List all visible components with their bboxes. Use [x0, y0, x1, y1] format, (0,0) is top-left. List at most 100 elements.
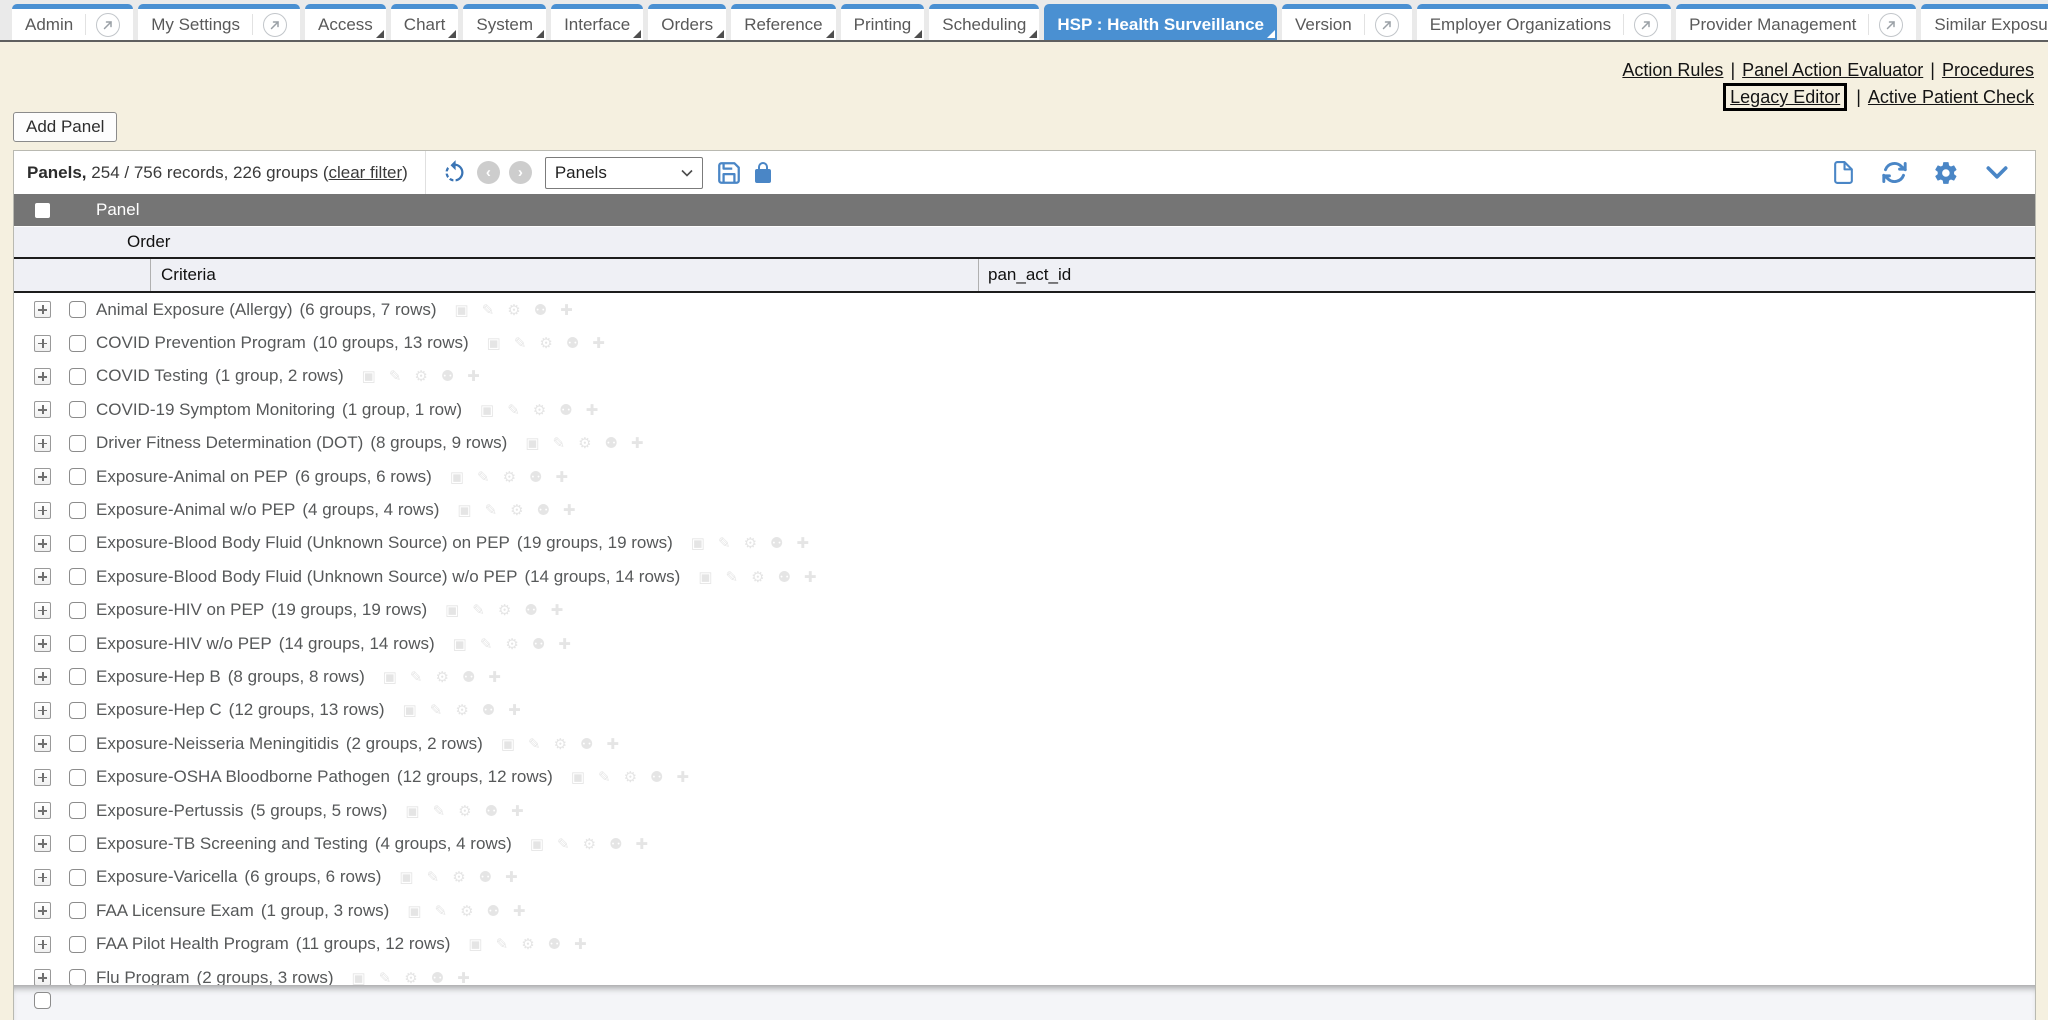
panel-name[interactable]: FAA Pilot Health Program: [96, 934, 289, 954]
expand-plus-icon[interactable]: [34, 635, 51, 652]
panel-name[interactable]: COVID Testing: [96, 366, 208, 386]
row-checkbox[interactable]: [69, 301, 86, 318]
panel-name[interactable]: Exposure-Hep C: [96, 700, 222, 720]
panel-name[interactable]: Exposure-Blood Body Fluid (Unknown Sourc…: [96, 533, 510, 553]
panel-name[interactable]: Exposure-Neisseria Meningitidis: [96, 734, 339, 754]
row-checkbox[interactable]: [69, 668, 86, 685]
tab-admin[interactable]: Admin: [12, 4, 133, 40]
panel-name[interactable]: Exposure-Animal w/o PEP: [96, 500, 295, 520]
select-all-checkbox[interactable]: [35, 203, 50, 218]
expand-plus-icon[interactable]: [34, 535, 51, 552]
tab-hsp-health-surveillance[interactable]: HSP : Health Surveillance: [1044, 4, 1277, 40]
expand-plus-icon[interactable]: [34, 668, 51, 685]
tab-similar-exposure-groups-segs[interactable]: Similar Exposure Groups (SEGs): [1921, 4, 2048, 40]
add-panel-button[interactable]: Add Panel: [13, 112, 117, 142]
tab-chart[interactable]: Chart: [391, 4, 459, 40]
refresh-icon[interactable]: [1881, 159, 1908, 186]
panel-name[interactable]: Exposure-Animal on PEP: [96, 467, 288, 487]
row-checkbox[interactable]: [69, 635, 86, 652]
panel-name[interactable]: Animal Exposure (Allergy): [96, 300, 293, 320]
footer-checkbox[interactable]: [34, 992, 51, 1009]
expand-plus-icon[interactable]: [34, 802, 51, 819]
row-checkbox[interactable]: [69, 335, 86, 352]
row-checkbox[interactable]: [69, 502, 86, 519]
tab-employer-organizations[interactable]: Employer Organizations: [1417, 4, 1671, 40]
expand-plus-icon[interactable]: [34, 435, 51, 452]
row-checkbox[interactable]: [69, 535, 86, 552]
row-checkbox[interactable]: [69, 936, 86, 953]
panel-name[interactable]: Exposure-Varicella: [96, 867, 237, 887]
panel-name[interactable]: Flu Program: [96, 968, 190, 986]
row-checkbox[interactable]: [69, 869, 86, 886]
expand-plus-icon[interactable]: [34, 502, 51, 519]
panel-name[interactable]: Exposure-HIV on PEP: [96, 600, 264, 620]
tab-access[interactable]: Access: [305, 4, 386, 40]
tab-orders[interactable]: Orders: [648, 4, 726, 40]
row-checkbox[interactable]: [69, 802, 86, 819]
panel-name[interactable]: COVID Prevention Program: [96, 333, 306, 353]
lock-icon[interactable]: [751, 161, 775, 185]
tab-scheduling[interactable]: Scheduling: [929, 4, 1039, 40]
expand-plus-icon[interactable]: [34, 335, 51, 352]
tab-my-settings[interactable]: My Settings: [138, 4, 300, 40]
link-procedures[interactable]: Procedures: [1942, 60, 2034, 80]
row-checkbox[interactable]: [69, 769, 86, 786]
panel-name[interactable]: Driver Fitness Determination (DOT): [96, 433, 363, 453]
expand-plus-icon[interactable]: [34, 568, 51, 585]
expand-plus-icon[interactable]: [34, 869, 51, 886]
panel-name[interactable]: Exposure-TB Screening and Testing: [96, 834, 368, 854]
panel-name[interactable]: FAA Licensure Exam: [96, 901, 254, 921]
row-checkbox[interactable]: [69, 969, 86, 985]
link-action-rules[interactable]: Action Rules: [1622, 60, 1723, 80]
link-active-patient-check[interactable]: Active Patient Check: [1868, 87, 2034, 107]
row-checkbox[interactable]: [69, 468, 86, 485]
save-icon[interactable]: [716, 160, 742, 186]
link-legacy-editor[interactable]: Legacy Editor: [1730, 87, 1840, 107]
row-checkbox[interactable]: [69, 902, 86, 919]
panel-name[interactable]: Exposure-OSHA Bloodborne Pathogen: [96, 767, 390, 787]
row-checkbox[interactable]: [69, 368, 86, 385]
expand-plus-icon[interactable]: [34, 368, 51, 385]
panel-name[interactable]: Exposure-Pertussis: [96, 801, 243, 821]
tab-system[interactable]: System: [463, 4, 546, 40]
panel-name[interactable]: Exposure-HIV w/o PEP: [96, 634, 272, 654]
new-document-icon[interactable]: [1831, 159, 1856, 186]
expand-plus-icon[interactable]: [34, 468, 51, 485]
expand-plus-icon[interactable]: [34, 735, 51, 752]
panel-name[interactable]: Exposure-Blood Body Fluid (Unknown Sourc…: [96, 567, 517, 587]
tab-interface[interactable]: Interface: [551, 4, 643, 40]
expand-plus-icon[interactable]: [34, 301, 51, 318]
row-checkbox[interactable]: [69, 401, 86, 418]
panel-name[interactable]: COVID-19 Symptom Monitoring: [96, 400, 335, 420]
chevron-down-icon[interactable]: [1984, 163, 2010, 183]
tab-provider-management[interactable]: Provider Management: [1676, 4, 1916, 40]
expand-plus-icon[interactable]: [34, 936, 51, 953]
row-checkbox[interactable]: [69, 602, 86, 619]
tab-reference[interactable]: Reference: [731, 4, 835, 40]
expand-plus-icon[interactable]: [34, 769, 51, 786]
expand-plus-icon[interactable]: [34, 969, 51, 985]
expand-plus-icon[interactable]: [34, 702, 51, 719]
settings-gear-icon[interactable]: [1933, 160, 1959, 186]
tab-version[interactable]: Version: [1282, 4, 1412, 40]
open-in-new-icon[interactable]: [1375, 13, 1399, 37]
row-checkbox[interactable]: [69, 568, 86, 585]
row-checkbox[interactable]: [69, 702, 86, 719]
view-select[interactable]: Panels: [545, 157, 703, 189]
expand-plus-icon[interactable]: [34, 602, 51, 619]
undo-icon[interactable]: [441, 159, 468, 186]
expand-plus-icon[interactable]: [34, 902, 51, 919]
panel-name[interactable]: Exposure-Hep B: [96, 667, 221, 687]
open-in-new-icon[interactable]: [96, 13, 120, 37]
open-in-new-icon[interactable]: [1634, 13, 1658, 37]
expand-plus-icon[interactable]: [34, 401, 51, 418]
clear-filter-link[interactable]: clear filter: [328, 163, 402, 182]
tab-printing[interactable]: Printing: [841, 4, 925, 40]
open-in-new-icon[interactable]: [1879, 13, 1903, 37]
link-panel-action-evaluator[interactable]: Panel Action Evaluator: [1742, 60, 1923, 80]
row-checkbox[interactable]: [69, 835, 86, 852]
expand-plus-icon[interactable]: [34, 835, 51, 852]
row-checkbox[interactable]: [69, 435, 86, 452]
open-in-new-icon[interactable]: [263, 13, 287, 37]
row-checkbox[interactable]: [69, 735, 86, 752]
